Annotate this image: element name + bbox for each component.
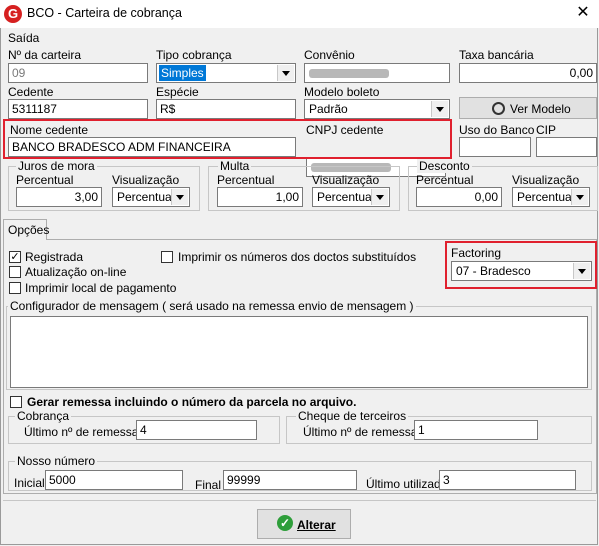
- cobranca-ultimo-field[interactable]: 4: [136, 420, 257, 440]
- cobranca-ultimo-label: Último nº de remessa: [24, 425, 139, 439]
- imprimir-numeros-label: Imprimir os números dos doctos substituí…: [178, 250, 417, 264]
- mensagem-title: Configurador de mensagem ( será usado na…: [8, 299, 416, 313]
- nome-cedente-field[interactable]: BANCO BRADESCO ADM FINANCEIRA: [8, 137, 296, 157]
- gerar-remessa-label: Gerar remessa incluindo o número da parc…: [27, 395, 357, 409]
- mensagem-textarea[interactable]: [10, 316, 588, 388]
- gerar-remessa-checkbox[interactable]: [10, 396, 22, 408]
- checkmark-icon: ✓: [277, 515, 293, 531]
- nosso-inicial-field[interactable]: 5000: [45, 470, 183, 490]
- cnpj-cedente-label: CNPJ cedente: [306, 123, 384, 137]
- app-logo-icon: G: [4, 5, 22, 23]
- tipo-cobranca-label: Tipo cobrança: [156, 48, 232, 62]
- num-carteira-label: Nº da carteira: [8, 48, 82, 62]
- bottom-divider: [3, 500, 596, 501]
- juros-percentual-label: Percentual: [16, 173, 74, 187]
- registrada-checkbox[interactable]: ✓: [9, 251, 21, 263]
- imprimir-numeros-checkbox[interactable]: [161, 251, 173, 263]
- close-icon[interactable]: ✕: [572, 3, 594, 23]
- multa-title: Multa: [218, 159, 252, 173]
- cheque-ultimo-label: Último nº de remessa: [303, 425, 418, 439]
- factoring-label: Factoring: [451, 246, 502, 260]
- alterar-label: Alterar: [297, 518, 336, 532]
- multa-visualizacao-select[interactable]: Percentual: [312, 187, 390, 207]
- tab-opcoes-label: Opções: [8, 223, 50, 237]
- factoring-value: 07 - Bradesco: [456, 264, 531, 278]
- uso-banco-field[interactable]: [459, 137, 531, 157]
- especie-label: Espécie: [156, 85, 199, 99]
- chevron-down-icon[interactable]: [371, 189, 388, 205]
- juros-visualizacao-label: Visualização: [112, 173, 180, 187]
- desconto-visualizacao-label: Visualização: [512, 173, 580, 187]
- desconto-visualizacao-value: Percentual: [517, 190, 575, 204]
- section-saida-label: Saída: [8, 31, 40, 45]
- juros-percentual-field[interactable]: 3,00: [16, 187, 102, 207]
- nosso-ultimo-label: Último utilizado: [366, 477, 448, 491]
- modelo-boleto-value: Padrão: [309, 102, 348, 116]
- chevron-down-icon[interactable]: [573, 263, 590, 279]
- nosso-final-label: Final: [195, 478, 222, 492]
- especie-field[interactable]: R$: [156, 99, 296, 119]
- modelo-boleto-select[interactable]: Padrão: [304, 99, 450, 119]
- nome-cedente-label: Nome cedente: [10, 123, 89, 137]
- juros-visualizacao-value: Percentual: [117, 190, 175, 204]
- num-carteira-field[interactable]: 09: [8, 63, 148, 83]
- tab-opcoes[interactable]: Opções: [3, 219, 50, 240]
- registrada-label: Registrada: [25, 250, 84, 264]
- chevron-down-icon[interactable]: [431, 101, 448, 117]
- cip-field[interactable]: [536, 137, 597, 157]
- juros-title: Juros de mora: [16, 159, 97, 173]
- desconto-visualizacao-select[interactable]: Percentual: [512, 187, 590, 207]
- multa-percentual-label: Percentual: [217, 173, 275, 187]
- modelo-boleto-label: Modelo boleto: [304, 85, 380, 99]
- tipo-cobranca-value: Simples: [159, 65, 206, 81]
- desconto-title: Desconto: [417, 159, 472, 173]
- desconto-percentual-field[interactable]: 0,00: [416, 187, 502, 207]
- convenio-field[interactable]: [304, 63, 450, 83]
- cheque-title: Cheque de terceiros: [296, 409, 409, 423]
- atualizacao-checkbox[interactable]: [9, 266, 21, 278]
- nosso-numero-title: Nosso número: [15, 454, 98, 468]
- nosso-final-field[interactable]: 99999: [223, 470, 357, 490]
- imprimir-local-label: Imprimir local de pagamento: [25, 281, 177, 295]
- tipo-cobranca-select[interactable]: Simples: [156, 63, 296, 83]
- cedente-field[interactable]: 5311187: [8, 99, 148, 119]
- desconto-percentual-label: Percentual: [416, 173, 474, 187]
- cobranca-title: Cobrança: [15, 409, 72, 423]
- multa-percentual-field[interactable]: 1,00: [217, 187, 303, 207]
- chevron-down-icon[interactable]: [277, 65, 294, 81]
- cheque-ultimo-field[interactable]: 1: [414, 420, 538, 440]
- convenio-label: Convênio: [304, 48, 355, 62]
- factoring-select[interactable]: 07 - Bradesco: [451, 261, 592, 281]
- multa-visualizacao-value: Percentual: [317, 190, 375, 204]
- alterar-button[interactable]: ✓ Alterar: [257, 509, 351, 539]
- chevron-down-icon[interactable]: [171, 189, 188, 205]
- chevron-down-icon[interactable]: [571, 189, 588, 205]
- ver-modelo-button[interactable]: Ver Modelo: [459, 97, 597, 119]
- cip-label: CIP: [536, 123, 557, 137]
- taxa-bancaria-label: Taxa bancária: [459, 48, 534, 62]
- atualizacao-label: Atualização on-line: [25, 265, 127, 279]
- magnifier-icon: [492, 102, 505, 115]
- cedente-label: Cedente: [8, 85, 54, 99]
- taxa-bancaria-field[interactable]: 0,00: [459, 63, 597, 83]
- ver-modelo-label: Ver Modelo: [510, 102, 571, 116]
- multa-visualizacao-label: Visualização: [312, 173, 380, 187]
- imprimir-local-checkbox[interactable]: [9, 282, 21, 294]
- juros-visualizacao-select[interactable]: Percentual: [112, 187, 190, 207]
- uso-banco-label: Uso do Banco: [459, 123, 535, 137]
- nosso-inicial-label: Inicial: [14, 476, 45, 490]
- window-title: BCO - Carteira de cobrança: [27, 6, 182, 20]
- nosso-ultimo-field[interactable]: 3: [439, 470, 576, 490]
